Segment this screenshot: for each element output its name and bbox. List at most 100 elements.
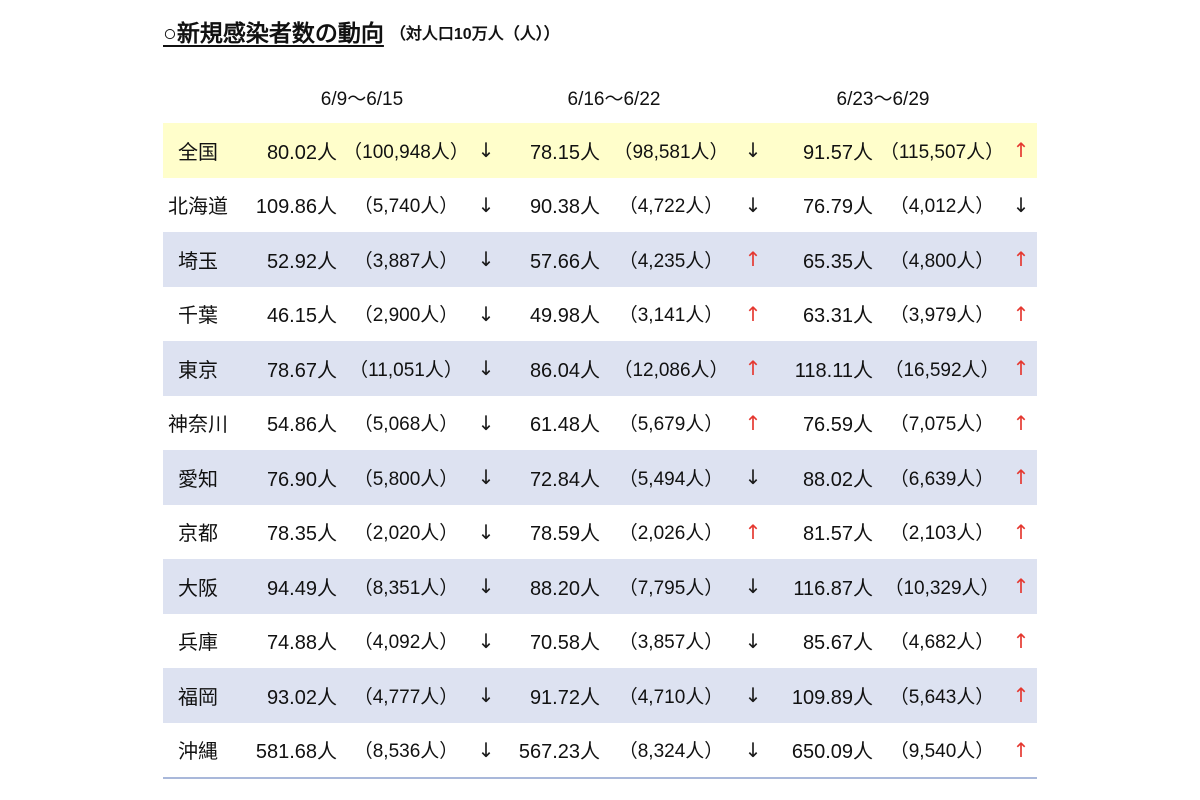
case-count: （3,979人） xyxy=(889,305,995,327)
case-count: （115,507人） xyxy=(879,141,1005,163)
arrow-up-icon: ↑ xyxy=(744,301,762,326)
rate-per-100k: 86.04人 xyxy=(529,359,600,382)
case-count: （8,324人） xyxy=(618,741,724,763)
arrow-down-icon: ↓ xyxy=(477,138,495,163)
arrow-down-icon: ↓ xyxy=(744,574,762,599)
rate-per-100k: 70.58人 xyxy=(529,632,600,655)
case-count: （3,857人） xyxy=(618,632,724,654)
case-count: （4,235人） xyxy=(618,250,724,272)
arrow-up-icon: ↑ xyxy=(1012,247,1030,272)
case-count: （4,710人） xyxy=(618,686,724,708)
rate-per-100k: 116.87人 xyxy=(793,577,873,600)
prefecture-name: 兵庫 xyxy=(178,632,218,655)
rate-per-100k: 78.35人 xyxy=(266,523,337,546)
rate-per-100k: 80.02人 xyxy=(266,141,337,164)
rate-per-100k: 118.11人 xyxy=(794,359,873,382)
case-count: （4,682人） xyxy=(889,632,995,654)
arrow-down-icon: ↓ xyxy=(477,628,495,653)
prefecture-name: 京都 xyxy=(178,523,218,546)
case-count: （5,643人） xyxy=(889,686,995,708)
rate-per-100k: 81.57人 xyxy=(802,523,873,546)
table-row: 千葉 46.15人 （2,900人） ↓ 49.98人 （3,141人） ↑ 63.31人 （3… xyxy=(163,287,1037,342)
arrow-down-icon: ↓ xyxy=(477,356,495,381)
prefecture-name: 全国 xyxy=(178,141,218,164)
arrow-down-icon: ↓ xyxy=(477,192,495,217)
rate-per-100k: 88.02人 xyxy=(802,468,873,491)
arrow-up-icon: ↑ xyxy=(1012,138,1030,163)
arrow-down-icon: ↓ xyxy=(477,247,495,272)
case-count: （8,536人） xyxy=(353,741,459,763)
arrow-up-icon: ↑ xyxy=(1012,683,1030,708)
arrow-up-icon: ↑ xyxy=(1012,628,1030,653)
case-count: （7,075人） xyxy=(889,414,995,436)
case-count: （100,948人） xyxy=(343,141,469,163)
table-row: 兵庫 74.88人 （4,092人） ↓ 70.58人 （3,857人） ↓ 85.67人 （4… xyxy=(163,614,1037,669)
case-count: （12,086人） xyxy=(613,359,729,381)
prefecture-name: 福岡 xyxy=(178,686,218,709)
arrow-down-icon: ↓ xyxy=(744,628,762,653)
table-row: 大阪 94.49人 （8,351人） ↓ 88.20人 （7,795人） ↓ 116.87人 （… xyxy=(163,559,1037,614)
case-count: （5,800人） xyxy=(353,468,459,490)
arrow-up-icon: ↑ xyxy=(744,519,762,544)
rate-per-100k: 76.90人 xyxy=(266,468,337,491)
case-count: （4,777人） xyxy=(353,686,459,708)
rate-per-100k: 650.09人 xyxy=(791,741,873,764)
arrow-down-icon: ↓ xyxy=(1012,192,1030,217)
title-block: ○新規感染者数の動向 （対人口10万人（人）） xyxy=(163,16,560,48)
arrow-up-icon: ↑ xyxy=(1012,737,1030,762)
arrow-down-icon: ↓ xyxy=(477,574,495,599)
prefecture-name: 神奈川 xyxy=(168,414,228,437)
arrow-down-icon: ↓ xyxy=(477,683,495,708)
page-title: ○新規感染者数の動向 xyxy=(163,20,384,46)
case-count: （5,679人） xyxy=(618,414,724,436)
case-count: （98,581人） xyxy=(613,141,729,163)
table-row: 神奈川 54.86人 （5,068人） ↓ 61.48人 （5,679人） ↑ 76.59人 （… xyxy=(163,396,1037,451)
arrow-up-icon: ↑ xyxy=(1012,465,1030,490)
rate-per-100k: 78.67人 xyxy=(266,359,337,382)
table-row: 福岡 93.02人 （4,777人） ↓ 91.72人 （4,710人） ↓ 109.89人 （… xyxy=(163,668,1037,723)
rate-per-100k: 52.92人 xyxy=(266,250,337,273)
rate-per-100k: 61.48人 xyxy=(529,414,600,437)
rate-per-100k: 72.84人 xyxy=(529,468,600,491)
arrow-down-icon: ↓ xyxy=(744,737,762,762)
table-row: 愛知 76.90人 （5,800人） ↓ 72.84人 （5,494人） ↓ 88.02人 （6… xyxy=(163,450,1037,505)
rate-per-100k: 78.15人 xyxy=(529,141,600,164)
arrow-down-icon: ↓ xyxy=(744,465,762,490)
rate-per-100k: 109.89人 xyxy=(791,686,873,709)
case-count: （3,887人） xyxy=(353,250,459,272)
prefecture-name: 沖縄 xyxy=(178,741,218,764)
arrow-down-icon: ↓ xyxy=(744,683,762,708)
case-count: （5,068人） xyxy=(353,414,459,436)
prefecture-name: 愛知 xyxy=(178,468,218,491)
rate-per-100k: 76.79人 xyxy=(802,196,873,219)
table-row: 京都 78.35人 （2,020人） ↓ 78.59人 （2,026人） ↑ 81.57人 （2… xyxy=(163,505,1037,560)
prefecture-name: 東京 xyxy=(178,359,218,382)
rate-per-100k: 85.67人 xyxy=(802,632,873,655)
table-row: 北海道 109.86人 （5,740人） ↓ 90.38人 （4,722人） ↓ 76.79人… xyxy=(163,178,1037,233)
data-table: 全国 80.02人 （100,948人） ↓ 78.15人 （98,581人） ↓ 91.57… xyxy=(163,123,1037,779)
rate-per-100k: 88.20人 xyxy=(529,577,600,600)
arrow-down-icon: ↓ xyxy=(477,519,495,544)
prefecture-name: 北海道 xyxy=(168,196,228,219)
arrow-up-icon: ↑ xyxy=(744,356,762,381)
case-count: （9,540人） xyxy=(889,741,995,763)
arrow-down-icon: ↓ xyxy=(477,410,495,435)
case-count: （4,012人） xyxy=(889,196,995,218)
table-row: 埼玉 52.92人 （3,887人） ↓ 57.66人 （4,235人） ↑ 65.35人 （4… xyxy=(163,232,1037,287)
arrow-down-icon: ↓ xyxy=(477,301,495,326)
arrow-up-icon: ↑ xyxy=(1012,519,1030,544)
period-header: 6/23～6/29 xyxy=(836,88,930,110)
rate-per-100k: 90.38人 xyxy=(529,196,600,219)
case-count: （16,592人） xyxy=(884,359,1000,381)
arrow-down-icon: ↓ xyxy=(477,465,495,490)
rate-per-100k: 76.59人 xyxy=(802,414,873,437)
case-count: （10,329人） xyxy=(884,577,1000,599)
arrow-down-icon: ↓ xyxy=(744,192,762,217)
prefecture-name: 大阪 xyxy=(178,577,218,600)
case-count: （5,494人） xyxy=(618,468,724,490)
case-count: （4,722人） xyxy=(618,196,724,218)
arrow-up-icon: ↑ xyxy=(1012,301,1030,326)
rate-per-100k: 581.68人 xyxy=(255,741,337,764)
arrow-up-icon: ↑ xyxy=(1012,356,1030,381)
rate-per-100k: 78.59人 xyxy=(529,523,600,546)
